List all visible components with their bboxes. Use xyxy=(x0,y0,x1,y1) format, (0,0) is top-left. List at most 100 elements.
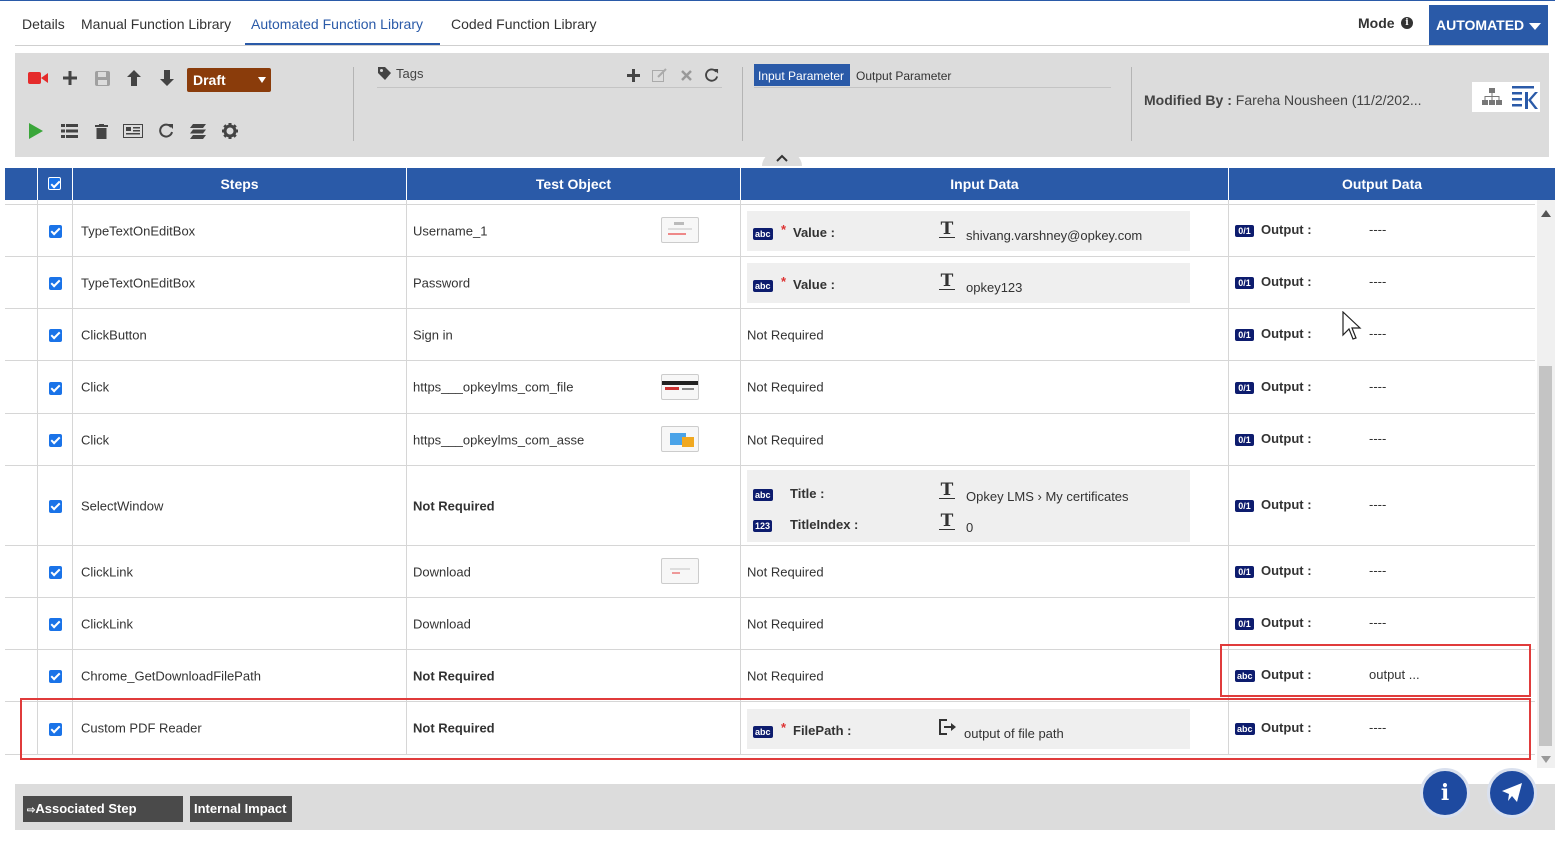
mode-dropdown[interactable]: AUTOMATED xyxy=(1429,5,1548,45)
output-value[interactable]: ---- xyxy=(1369,274,1386,289)
output-value[interactable]: ---- xyxy=(1369,615,1386,630)
object-thumbnail[interactable] xyxy=(661,426,699,452)
output-value[interactable]: ---- xyxy=(1369,222,1386,237)
step-cell[interactable]: SelectWindow xyxy=(73,466,407,545)
step-cell[interactable]: Click xyxy=(73,361,407,413)
test-object-cell[interactable]: https___opkeylms_com_file xyxy=(407,361,741,413)
output-value[interactable]: ---- xyxy=(1369,563,1386,578)
tab-automated-function-library[interactable]: Automated Function Library xyxy=(251,16,423,32)
info-button[interactable]: i xyxy=(1420,768,1470,818)
table-row[interactable]: ClickLink Download Not Required 0/1 Output :… xyxy=(5,598,1535,650)
input-data-cell[interactable]: abc * Value : Tshivang.varshney@opkey.com xyxy=(741,205,1229,256)
output-data-cell[interactable]: 0/1 Output : ---- xyxy=(1229,546,1535,597)
list-icon[interactable] xyxy=(59,121,79,141)
info-icon[interactable]: i xyxy=(1401,17,1413,29)
hierarchy-icon[interactable] xyxy=(1482,88,1502,109)
layers-icon[interactable] xyxy=(188,121,208,141)
internal-impact-button[interactable]: Internal Impact xyxy=(190,796,292,822)
object-thumbnail[interactable] xyxy=(661,217,699,243)
tab-details[interactable]: Details xyxy=(22,16,65,32)
output-data-cell[interactable]: 0/1 Output : ---- xyxy=(1229,257,1535,308)
input-data-cell[interactable]: Not Required xyxy=(741,309,1229,360)
step-checkbox[interactable] xyxy=(49,329,62,342)
run-icon[interactable] xyxy=(26,121,46,141)
tab-coded-function-library[interactable]: Coded Function Library xyxy=(451,16,597,32)
parameter-value[interactable]: shivang.varshney@opkey.com xyxy=(966,228,1142,243)
parameter-value[interactable]: Opkey LMS › My certificates xyxy=(966,489,1129,504)
input-data-cell[interactable]: Not Required xyxy=(741,598,1229,649)
table-row[interactable]: SelectWindow Not Required abc Title : T Opkey… xyxy=(5,466,1535,546)
refresh-tags-icon[interactable] xyxy=(701,65,721,85)
keyword-view-icon[interactable] xyxy=(1512,85,1538,114)
object-thumbnail[interactable] xyxy=(661,373,699,400)
object-thumbnail[interactable] xyxy=(661,558,699,584)
parameter-value[interactable]: 0 xyxy=(966,520,973,535)
header-steps[interactable]: Steps xyxy=(73,168,407,200)
add-icon[interactable] xyxy=(60,68,80,88)
table-row[interactable]: ClickLink Download Not Required 0/1 Output :… xyxy=(5,546,1535,598)
input-data-cell[interactable]: Not Required xyxy=(741,650,1229,701)
test-object-cell[interactable]: Username_1 xyxy=(407,205,741,256)
input-data-cell[interactable]: abc Title : T Opkey LMS › My certificates 12… xyxy=(741,466,1229,545)
step-cell[interactable]: TypeTextOnEditBox xyxy=(73,205,407,256)
test-object-cell[interactable]: Sign in xyxy=(407,309,741,360)
select-all-checkbox[interactable] xyxy=(48,177,61,190)
output-value[interactable]: ---- xyxy=(1369,431,1386,446)
step-checkbox[interactable] xyxy=(49,381,62,395)
step-cell[interactable]: Click xyxy=(73,414,407,465)
arrow-down-icon[interactable] xyxy=(157,68,177,88)
input-data-cell[interactable]: Not Required xyxy=(741,414,1229,465)
tab-manual-function-library[interactable]: Manual Function Library xyxy=(81,16,231,32)
header-test-object[interactable]: Test Object xyxy=(407,168,741,200)
remove-tag-icon[interactable] xyxy=(676,65,696,85)
test-object-cell[interactable]: https___opkeylms_com_asse xyxy=(407,414,741,465)
step-checkbox[interactable] xyxy=(49,500,62,513)
output-value[interactable]: ---- xyxy=(1369,326,1386,341)
step-checkbox[interactable] xyxy=(49,434,62,447)
input-data-cell[interactable]: Not Required xyxy=(741,546,1229,597)
step-checkbox[interactable] xyxy=(49,670,62,683)
scroll-down-icon[interactable] xyxy=(1541,756,1551,763)
step-checkbox[interactable] xyxy=(49,277,62,290)
arrow-up-icon[interactable] xyxy=(124,68,144,88)
test-object-cell[interactable]: Not Required xyxy=(407,466,741,545)
edit-tag-icon[interactable] xyxy=(649,65,669,85)
output-data-cell[interactable]: 0/1 Output : ---- xyxy=(1229,309,1535,360)
header-input-data[interactable]: Input Data xyxy=(741,168,1229,200)
output-data-cell[interactable]: 0/1 Output : ---- xyxy=(1229,414,1535,465)
test-object-cell[interactable]: Password xyxy=(407,257,741,308)
parameter-value[interactable]: opkey123 xyxy=(966,280,1022,295)
output-data-cell[interactable]: 0/1 Output : ---- xyxy=(1229,361,1535,413)
scrollbar-thumb[interactable] xyxy=(1539,366,1552,746)
input-parameter-box[interactable]: abc Title : T Opkey LMS › My certificates 12… xyxy=(747,470,1190,542)
input-data-cell[interactable]: Not Required xyxy=(741,361,1229,413)
launch-button[interactable] xyxy=(1487,768,1537,818)
table-row[interactable]: Click https___opkeylms_com_asse Not Requir… xyxy=(5,414,1535,466)
record-icon[interactable] xyxy=(28,68,48,88)
test-object-cell[interactable]: Not Required xyxy=(407,650,741,701)
input-parameter-box[interactable]: abc * Value : Topkey123 xyxy=(747,263,1190,303)
step-cell[interactable]: Chrome_GetDownloadFilePath xyxy=(73,650,407,701)
table-row[interactable]: TypeTextOnEditBox Password abc * Value : Topk… xyxy=(5,257,1535,309)
output-data-cell[interactable]: 0/1 Output : ---- xyxy=(1229,466,1535,545)
step-checkbox[interactable] xyxy=(49,225,62,238)
status-dropdown[interactable]: Draft xyxy=(187,68,271,92)
step-cell[interactable]: TypeTextOnEditBox xyxy=(73,257,407,308)
refresh-icon[interactable] xyxy=(156,121,176,141)
output-data-cell[interactable]: 0/1 Output : ---- xyxy=(1229,205,1535,256)
tab-output-parameter[interactable]: Output Parameter xyxy=(856,69,951,83)
tab-input-parameter[interactable]: Input Parameter xyxy=(754,64,850,86)
step-cell[interactable]: ClickLink xyxy=(73,546,407,597)
step-cell[interactable]: ClickButton xyxy=(73,309,407,360)
output-value[interactable]: ---- xyxy=(1369,379,1386,394)
test-object-cell[interactable]: Download xyxy=(407,598,741,649)
form-icon[interactable] xyxy=(123,121,143,141)
settings-icon[interactable] xyxy=(220,121,240,141)
table-row[interactable]: Click https___opkeylms_com_file Not Requir… xyxy=(5,361,1535,414)
step-checkbox[interactable] xyxy=(49,566,62,579)
input-data-cell[interactable]: abc * Value : Topkey123 xyxy=(741,257,1229,308)
delete-icon[interactable] xyxy=(91,121,111,141)
step-checkbox[interactable] xyxy=(49,618,62,631)
output-value[interactable]: ---- xyxy=(1369,497,1386,512)
input-parameter-box[interactable]: abc * Value : Tshivang.varshney@opkey.com xyxy=(747,211,1190,251)
